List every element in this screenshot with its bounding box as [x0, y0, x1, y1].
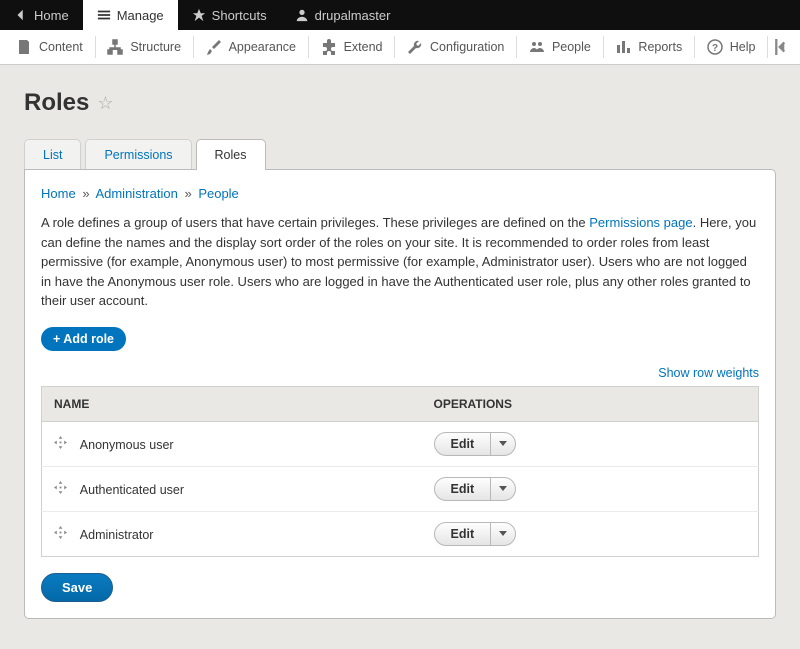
admin-menu-extend[interactable]: Extend [309, 30, 395, 64]
dropbutton-arrow[interactable] [490, 523, 515, 545]
admin-menu: Content Structure Appearance Extend Conf… [0, 30, 800, 65]
edit-button[interactable]: Edit [435, 433, 491, 455]
drag-handle-icon[interactable] [54, 436, 67, 452]
breadcrumb-home[interactable]: Home [41, 186, 76, 201]
toolbar-shortcuts-label: Shortcuts [212, 8, 267, 23]
table-row: Authenticated user Edit [42, 466, 759, 511]
tab-permissions[interactable]: Permissions [85, 139, 191, 170]
toolbar: Home Manage Shortcuts drupalmaster [0, 0, 800, 30]
breadcrumb-admin[interactable]: Administration [95, 186, 177, 201]
role-name: Authenticated user [80, 483, 184, 497]
edit-button[interactable]: Edit [435, 478, 491, 500]
admin-menu-configuration[interactable]: Configuration [395, 30, 516, 64]
tab-roles[interactable]: Roles [196, 139, 266, 170]
admin-menu-people[interactable]: People [517, 30, 603, 64]
dropbutton-arrow[interactable] [490, 478, 515, 500]
toolbar-user-label: drupalmaster [315, 8, 391, 23]
add-role-button[interactable]: + Add role [41, 327, 126, 351]
dropbutton-arrow[interactable] [490, 433, 515, 455]
favorite-star-icon[interactable]: ☆ [97, 93, 113, 114]
tabs: List Permissions Roles [24, 139, 776, 170]
drag-handle-icon[interactable] [54, 481, 67, 497]
show-row-weights-link[interactable]: Show row weights [658, 366, 759, 380]
operations-dropbutton: Edit [434, 477, 517, 501]
toolbar-home-label: Home [34, 8, 69, 23]
permissions-page-link[interactable]: Permissions page [589, 215, 692, 230]
collapse-icon [774, 39, 790, 55]
document-icon [16, 39, 32, 55]
toolbar-shortcuts[interactable]: Shortcuts [178, 0, 281, 30]
table-row: Administrator Edit [42, 511, 759, 556]
operations-dropbutton: Edit [434, 432, 517, 456]
edit-button[interactable]: Edit [435, 523, 491, 545]
user-icon [295, 8, 309, 22]
description: A role defines a group of users that hav… [41, 213, 759, 311]
toolbar-manage-label: Manage [117, 8, 164, 23]
admin-menu-help[interactable]: ? Help [695, 30, 768, 64]
chevron-left-icon [14, 8, 28, 22]
table-row: Anonymous user Edit [42, 421, 759, 466]
tab-list[interactable]: List [24, 139, 81, 170]
admin-menu-structure[interactable]: Structure [95, 30, 193, 64]
help-icon: ? [707, 39, 723, 55]
svg-text:?: ? [712, 43, 718, 54]
toolbar-manage[interactable]: Manage [83, 0, 178, 30]
admin-menu-appearance[interactable]: Appearance [194, 30, 308, 64]
role-name: Anonymous user [80, 438, 174, 452]
content-area: Roles ☆ List Permissions Roles Home » Ad… [0, 65, 800, 649]
admin-menu-content[interactable]: Content [4, 30, 95, 64]
page-title: Roles [24, 89, 89, 117]
table-header-name: NAME [42, 386, 422, 421]
toolbar-back[interactable]: Home [0, 0, 83, 30]
roles-table: NAME OPERATIONS Anonymous user Edit Auth… [41, 386, 759, 557]
chart-icon [615, 39, 631, 55]
admin-menu-collapse[interactable] [768, 30, 796, 64]
people-icon [529, 39, 545, 55]
table-header-operations: OPERATIONS [422, 386, 759, 421]
wrench-icon [407, 39, 423, 55]
toolbar-user[interactable]: drupalmaster [281, 0, 405, 30]
operations-dropbutton: Edit [434, 522, 517, 546]
show-row-weights: Show row weights [41, 365, 759, 380]
panel: Home » Administration » People A role de… [24, 169, 776, 619]
paintbrush-icon [206, 39, 222, 55]
save-button[interactable]: Save [41, 573, 113, 602]
puzzle-icon [321, 39, 337, 55]
drag-handle-icon[interactable] [54, 526, 67, 542]
structure-icon [107, 39, 123, 55]
admin-menu-reports[interactable]: Reports [603, 30, 694, 64]
breadcrumb: Home » Administration » People [41, 186, 759, 201]
hamburger-icon [97, 8, 111, 22]
breadcrumb-people[interactable]: People [198, 186, 238, 201]
star-icon [192, 8, 206, 22]
